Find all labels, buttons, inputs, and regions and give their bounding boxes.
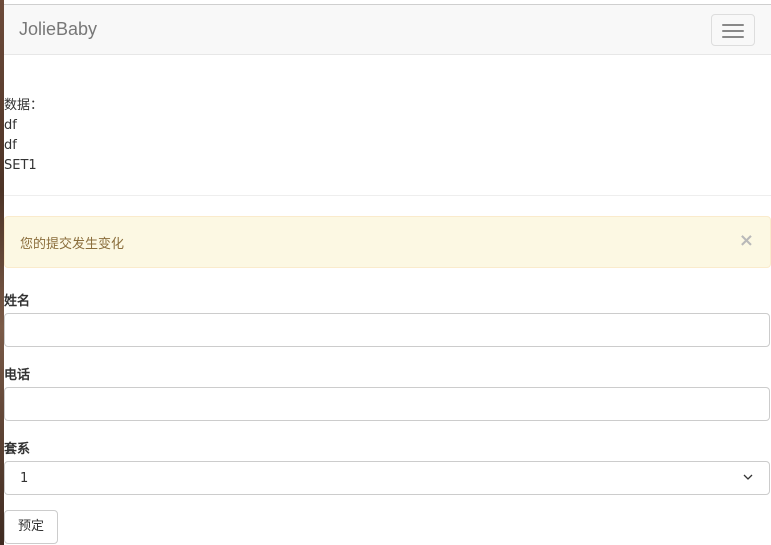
phone-input[interactable] bbox=[4, 387, 770, 421]
package-selected-value: 1 bbox=[20, 471, 29, 486]
data-line: SET1 bbox=[4, 158, 37, 173]
navbar: JolieBaby bbox=[4, 4, 771, 55]
name-label: 姓名 bbox=[4, 294, 31, 309]
data-line: df bbox=[4, 138, 17, 153]
package-select[interactable]: 1 bbox=[4, 461, 770, 495]
close-icon[interactable]: × bbox=[739, 231, 754, 251]
data-heading: 数据： bbox=[4, 98, 44, 113]
alert-message: 您的提交发生变化 bbox=[20, 237, 125, 252]
navbar-toggle-button[interactable] bbox=[711, 14, 755, 46]
data-line: df bbox=[4, 118, 17, 133]
page: JolieBaby 数据： df df SET1 您的提交发生变化 × 姓名 电… bbox=[0, 0, 771, 545]
divider bbox=[4, 195, 771, 196]
brand-link[interactable]: JolieBaby bbox=[19, 19, 97, 40]
warning-alert: 您的提交发生变化 × bbox=[4, 216, 771, 268]
data-section: 数据： df df SET1 bbox=[4, 96, 43, 176]
name-input[interactable] bbox=[4, 313, 770, 347]
submit-button[interactable]: 预定 bbox=[4, 510, 58, 544]
chevron-down-icon bbox=[743, 474, 753, 480]
phone-label: 电话 bbox=[4, 368, 31, 383]
package-label: 套系 bbox=[4, 442, 31, 457]
